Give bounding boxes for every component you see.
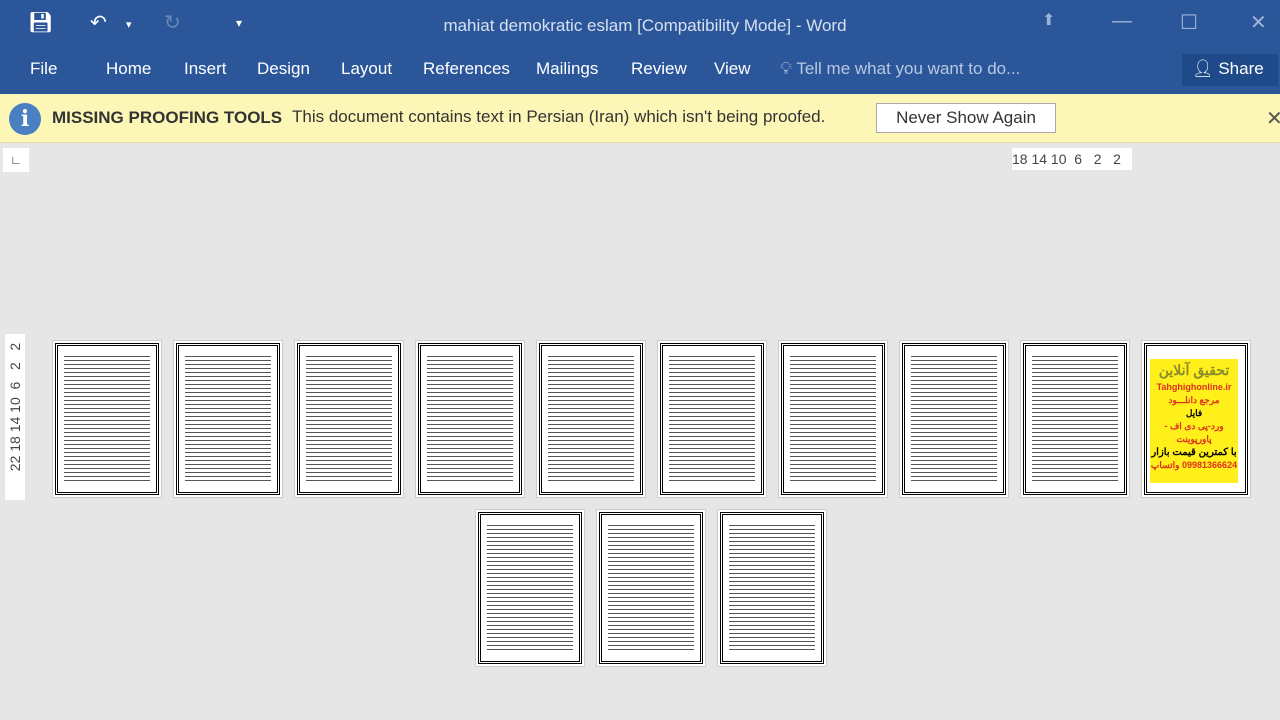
page-content (781, 343, 885, 495)
tab-view[interactable]: View (714, 59, 751, 79)
person-add-icon: 👤︎ (1192, 59, 1214, 78)
page-content (176, 343, 280, 495)
page-content (55, 343, 159, 495)
tab-file[interactable]: File (30, 59, 57, 79)
tab-home[interactable]: Home (106, 59, 151, 79)
page-content (660, 343, 764, 495)
page-thumbnail[interactable] (415, 340, 525, 498)
page-thumbnail[interactable] (657, 340, 767, 498)
tab-references[interactable]: References (423, 59, 510, 79)
close-icon[interactable]: ✕ (1266, 106, 1280, 131)
close-icon[interactable]: ✕ (1250, 10, 1267, 35)
page-content (478, 512, 582, 664)
page-thumbnail[interactable] (1020, 340, 1130, 498)
page-thumbnail[interactable] (596, 509, 706, 667)
tab-stop-selector[interactable]: ∟ (3, 148, 29, 172)
minimize-icon[interactable]: — (1112, 10, 1132, 33)
never-show-again-button[interactable]: Never Show Again (876, 103, 1056, 133)
page-content (418, 343, 522, 495)
lightbulb-icon: 💡︎ (780, 59, 792, 78)
page-content (599, 512, 703, 664)
page-content (902, 343, 1006, 495)
page-thumbnail[interactable] (536, 340, 646, 498)
message-text: This document contains text in Persian (… (292, 107, 826, 126)
page-thumbnail[interactable] (52, 340, 162, 498)
tab-insert[interactable]: Insert (184, 59, 227, 79)
tell-me-search[interactable]: 💡︎ Tell me what you want to do... (780, 59, 1020, 79)
page-content (1023, 343, 1127, 495)
page-thumbnail[interactable] (475, 509, 585, 667)
page-thumbnail[interactable] (899, 340, 1009, 498)
page-thumbnail[interactable] (294, 340, 404, 498)
ribbon-tabs: File Home Insert Design Layout Reference… (0, 50, 1280, 94)
maximize-icon[interactable]: ☐ (1180, 10, 1198, 35)
tab-mailings[interactable]: Mailings (536, 59, 598, 79)
info-icon: i (9, 103, 41, 135)
ribbon-display-icon[interactable]: ⬆ (1042, 10, 1055, 30)
window-title: mahiat demokratic eslam [Compatibility M… (443, 16, 847, 35)
page-thumbnail[interactable] (778, 340, 888, 498)
message-bar: i MISSING PROOFING TOOLS This document c… (0, 94, 1280, 143)
advertisement-image: تحقیق آنلاین Tahghighonline.ir مرجع دانل… (1150, 359, 1238, 483)
title-bar: 💾︎ ↶ ▾ ↻ ▾ mahiat demokratic eslam [Comp… (0, 0, 1280, 50)
page-content (297, 343, 401, 495)
page-thumbnail[interactable]: تحقیق آنلاین Tahghighonline.ir مرجع دانل… (1141, 340, 1251, 498)
page-thumbnail[interactable] (717, 509, 827, 667)
horizontal-ruler[interactable]: 18 14 10 6 2 2 (1012, 148, 1132, 170)
tab-review[interactable]: Review (631, 59, 687, 79)
tab-layout[interactable]: Layout (341, 59, 392, 79)
share-button[interactable]: 👤︎ Share (1182, 54, 1278, 86)
tab-design[interactable]: Design (257, 59, 310, 79)
vertical-ruler[interactable]: 22 18 14 10 6 2 2 (5, 334, 25, 500)
page-thumbnail[interactable] (173, 340, 283, 498)
page-content (720, 512, 824, 664)
page-content (539, 343, 643, 495)
message-title: MISSING PROOFING TOOLS (52, 108, 283, 127)
